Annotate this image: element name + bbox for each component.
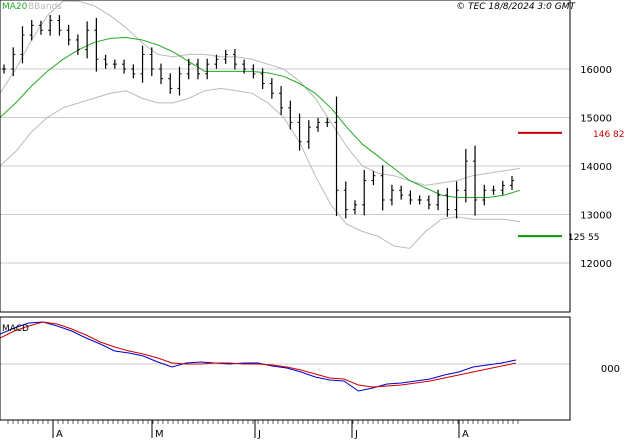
price-bar [408, 190, 413, 205]
price-bars [2, 15, 514, 219]
macd-panel-frame [0, 316, 571, 421]
resistance-level-label: 146 82 [593, 130, 625, 140]
price-bar [11, 47, 16, 77]
price-bar [260, 68, 265, 89]
y-tick-label: 13000 [580, 211, 612, 222]
price-bar [159, 63, 164, 85]
price-bar [482, 184, 487, 206]
macd-series-line [0, 321, 517, 392]
x-tick-label: A [56, 429, 63, 440]
support-level-label: 125 55 [568, 233, 600, 243]
price-bar [399, 185, 404, 200]
price-panel: 146 82 125 55 12000 13000 14000 15000 16000 [0, 0, 625, 313]
price-bar [343, 181, 348, 219]
price-bar [491, 185, 496, 195]
x-tick-label: J [257, 429, 261, 440]
price-bar [500, 180, 505, 195]
price-bar [57, 15, 62, 36]
price-bar [426, 195, 431, 210]
price-bar [352, 200, 357, 215]
price-bar [371, 171, 376, 186]
price-bar [510, 175, 514, 190]
price-gridlines [0, 68, 570, 264]
ma20-legend-label: MA20 [2, 2, 28, 12]
price-bar [122, 59, 127, 74]
y-tick-label: 14000 [580, 162, 612, 173]
price-bar [334, 96, 339, 217]
y-tick-label: 15000 [580, 114, 612, 125]
macd-lines [0, 321, 517, 392]
price-bar [131, 64, 136, 79]
price-bar [85, 21, 90, 59]
price-bar [140, 45, 145, 83]
price-bar [316, 117, 321, 132]
price-bar [473, 145, 478, 216]
price-chart: 146 82 125 55 12000 13000 14000 15000 16000 M… [0, 0, 625, 440]
price-bar [380, 165, 385, 211]
price-bar [463, 148, 468, 203]
price-bar [94, 17, 99, 72]
price-bar [232, 49, 237, 70]
x-tick-label: A [462, 429, 469, 440]
price-bar [454, 181, 459, 219]
x-axis: AMJJA [7, 420, 519, 440]
bbands-legend-label: BBands [28, 2, 62, 12]
macd-y-tick-label: 000 [601, 364, 620, 375]
price-bar [168, 73, 173, 94]
price-bar [445, 187, 450, 217]
x-tick-label: M [155, 429, 164, 440]
bbands-lower-line [0, 87, 521, 249]
price-bar [103, 54, 108, 69]
y-tick-label: 12000 [580, 259, 612, 270]
price-bar [389, 184, 394, 206]
signal-series-line [0, 321, 517, 388]
copyright-text: © TEC 18/8/2024 3:0 GMT [456, 2, 576, 12]
bbands-upper-line [0, 0, 521, 186]
price-bar [2, 64, 6, 74]
price-bar [75, 34, 80, 56]
price-bar [362, 170, 367, 216]
x-tick-label: J [354, 429, 358, 440]
price-bar [279, 86, 284, 115]
macd-y-axis: 000 [601, 364, 620, 375]
y-tick-label: 16000 [580, 65, 612, 76]
price-bar [306, 120, 311, 149]
price-bar [112, 59, 117, 69]
price-bar [177, 66, 182, 96]
price-bar [20, 26, 25, 64]
macd-label: MACD [2, 324, 29, 334]
price-bar [48, 15, 53, 36]
price-bar [66, 24, 71, 46]
price-bar [417, 195, 422, 205]
macd-panel: 000 [0, 316, 620, 421]
key-levels: 146 82 125 55 [518, 130, 625, 243]
price-bar [269, 78, 274, 99]
